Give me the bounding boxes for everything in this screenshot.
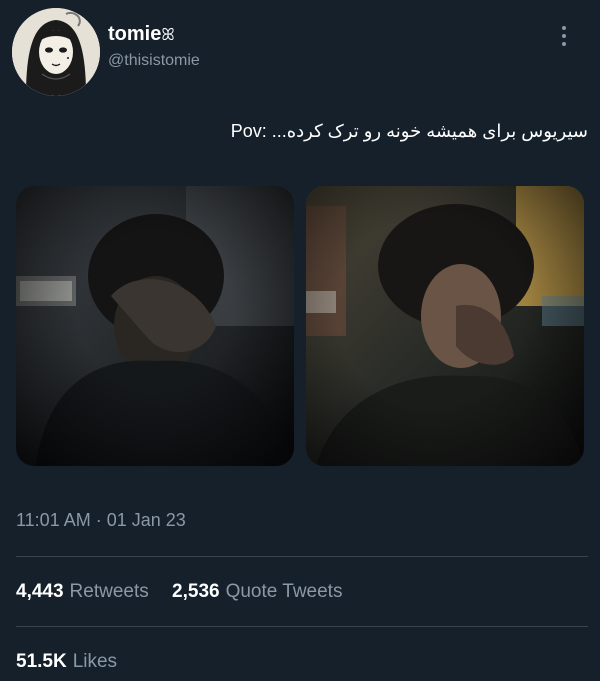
tweet-media bbox=[16, 186, 586, 466]
avatar[interactable] bbox=[12, 8, 100, 96]
tweet-photo-2[interactable] bbox=[306, 186, 584, 466]
likes-row: 51.5K Likes bbox=[16, 650, 135, 674]
likes-stat[interactable]: 51.5K Likes bbox=[16, 650, 117, 674]
tweet-photo-1[interactable] bbox=[16, 186, 294, 466]
quote-tweets-stat[interactable]: 2,536 Quote Tweets bbox=[172, 580, 342, 604]
more-vertical-icon[interactable] bbox=[560, 24, 568, 48]
divider bbox=[16, 626, 588, 627]
tweet-timestamp[interactable]: 11:01 AM · 01 Jan 23 bbox=[16, 510, 186, 531]
retweets-count: 4,443 bbox=[16, 581, 64, 602]
divider bbox=[16, 556, 588, 557]
quote-tweets-label: Quote Tweets bbox=[225, 581, 343, 602]
display-name-emoji: ꕤ bbox=[161, 27, 175, 44]
tweet-text: سیریوس برای همیشه خونه رو ترک کرده... :P… bbox=[230, 121, 588, 141]
quote-tweets-count: 2,536 bbox=[172, 581, 220, 602]
tweet-header: tomieꕤ @thisistomie bbox=[12, 8, 588, 96]
display-name-text: tomie bbox=[108, 23, 162, 45]
author-names: tomieꕤ @thisistomie bbox=[108, 22, 200, 72]
retweets-stat[interactable]: 4,443 Retweets bbox=[16, 580, 149, 604]
likes-count: 51.5K bbox=[16, 651, 67, 672]
handle[interactable]: @thisistomie bbox=[108, 50, 200, 72]
retweets-label: Retweets bbox=[69, 581, 149, 602]
likes-label: Likes bbox=[72, 651, 118, 672]
display-name[interactable]: tomieꕤ bbox=[108, 22, 200, 48]
engagement-row: 4,443 Retweets 2,536 Quote Tweets bbox=[16, 580, 360, 604]
